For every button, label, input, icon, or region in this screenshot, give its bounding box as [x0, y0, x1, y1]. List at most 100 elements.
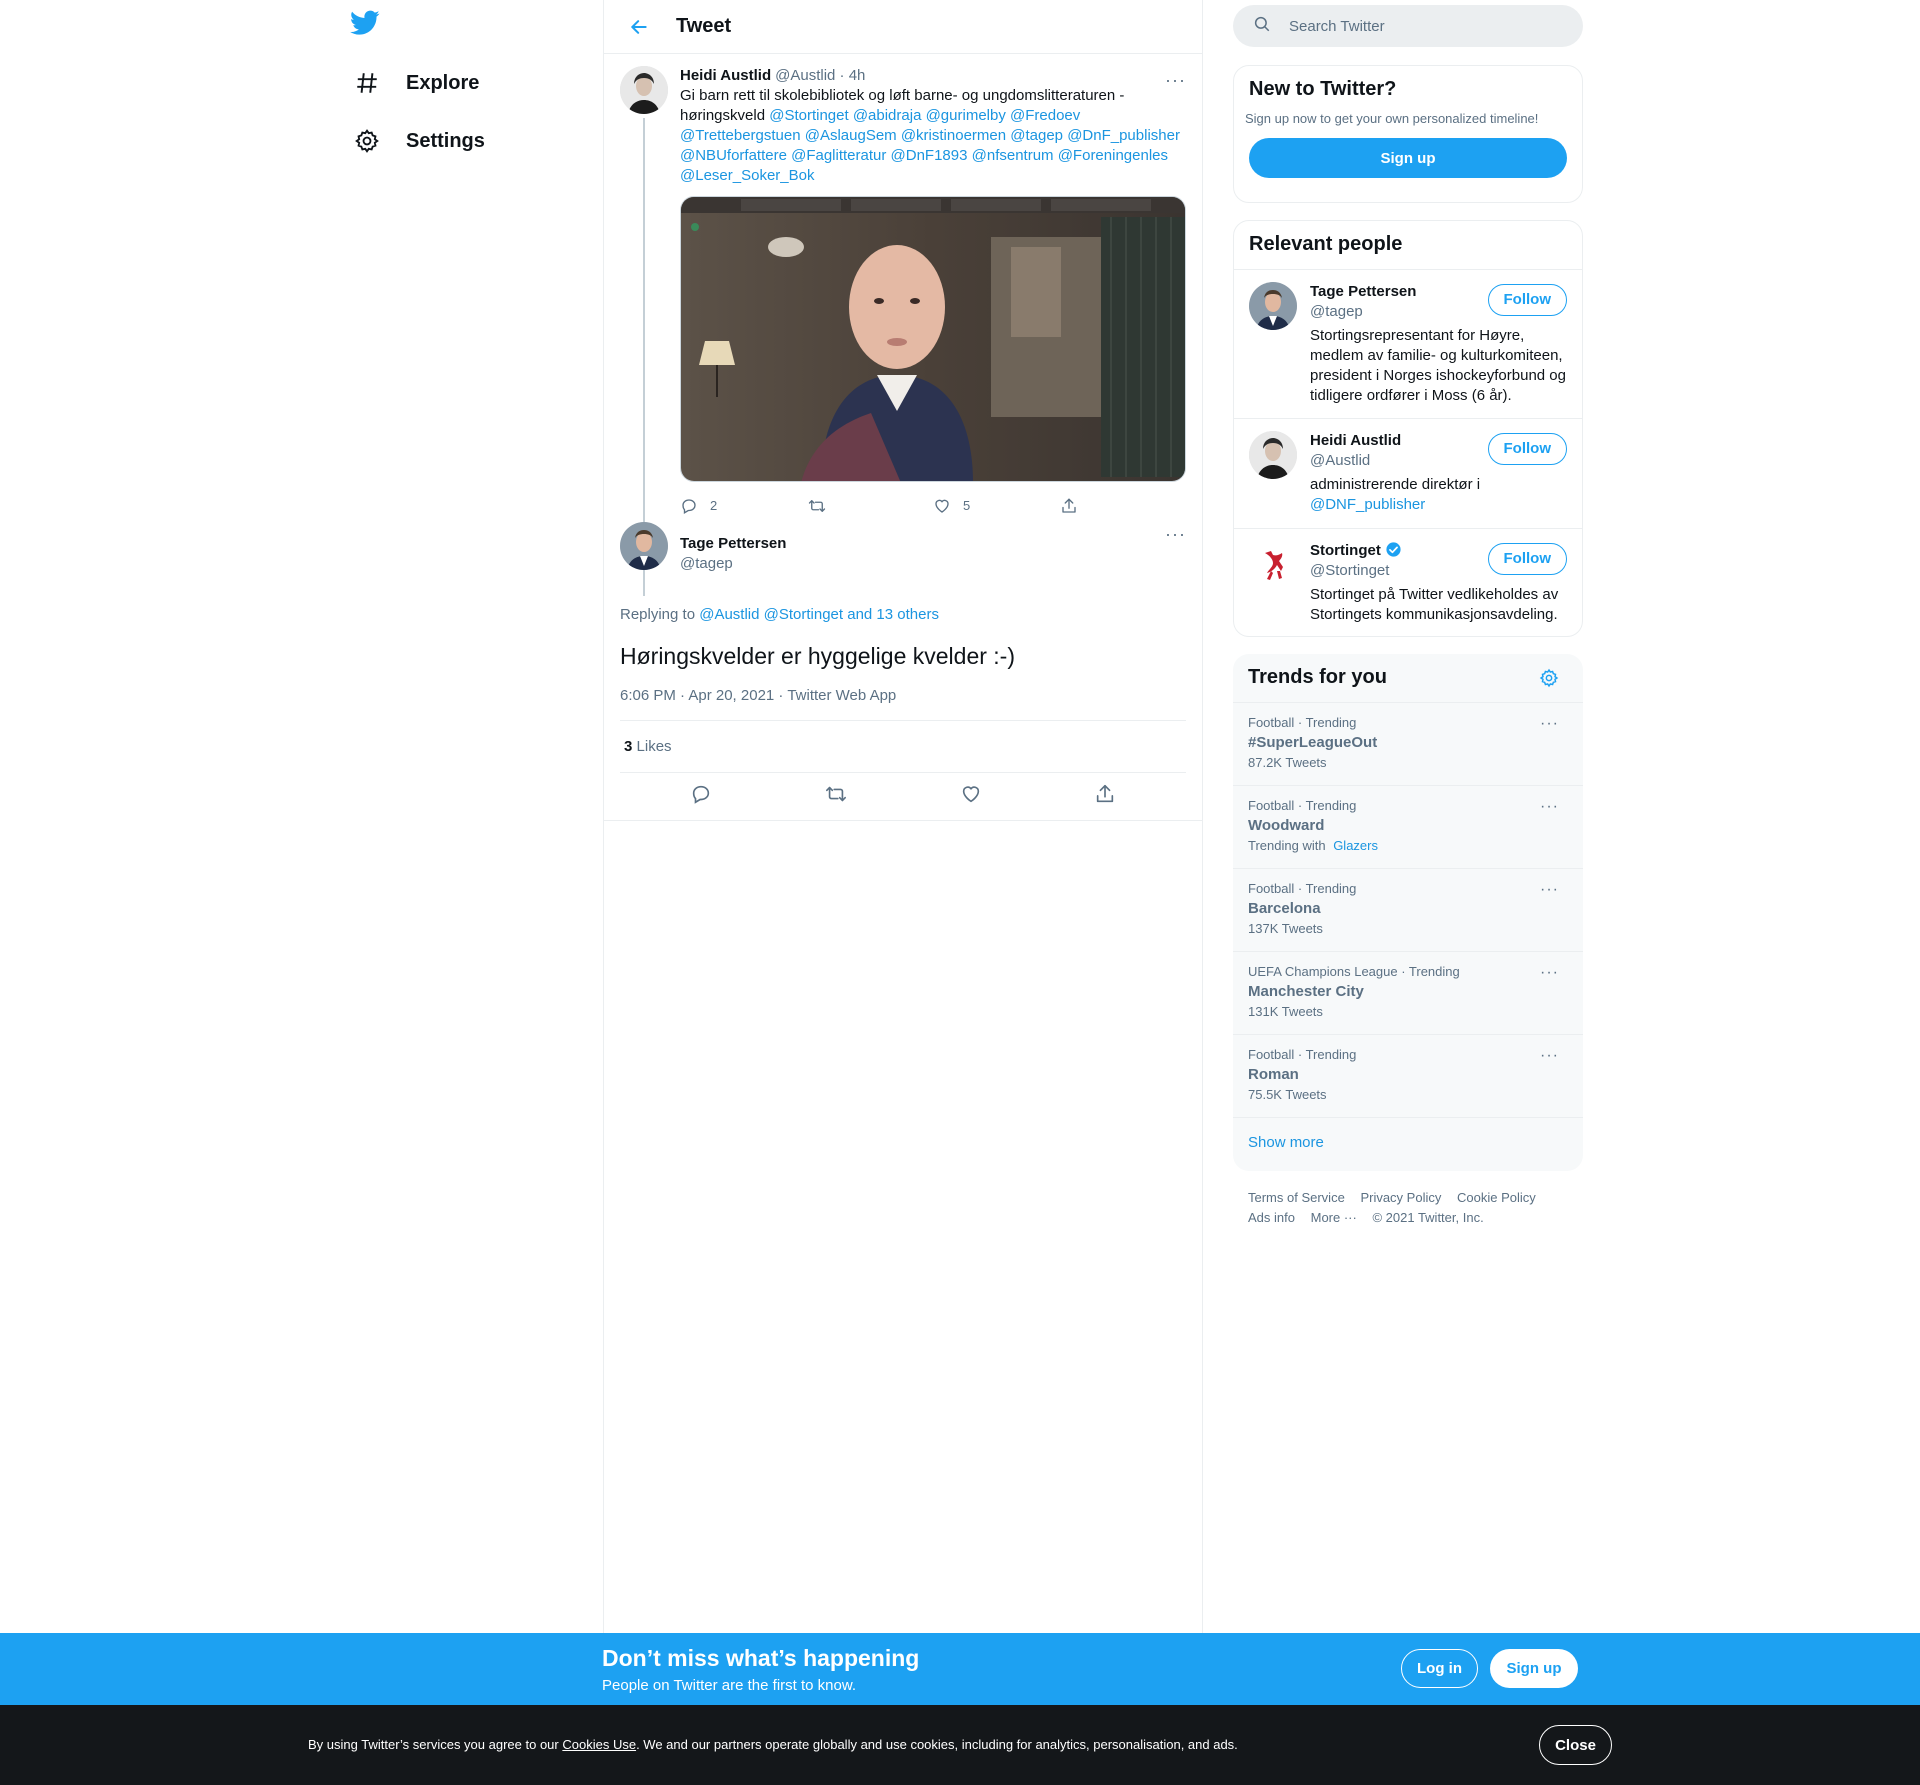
cookie-text: By using Twitter’s services you agree to… [308, 1737, 1238, 1752]
avatar[interactable] [620, 522, 668, 570]
video-thumbnail[interactable] [680, 196, 1186, 482]
reply-button[interactable] [690, 783, 712, 810]
page-title: Tweet [676, 15, 732, 37]
share-button[interactable] [1094, 783, 1116, 810]
author-handle-time[interactable]: @Austlid · 4h [775, 66, 865, 86]
show-more-link[interactable]: Show more [1233, 1118, 1583, 1167]
replying-to-users[interactable]: @Austlid @Stortinget and 13 others [699, 606, 939, 623]
relevant-people-card: Relevant people Tage Pettersen @tagep St… [1233, 220, 1583, 637]
tweet-timestamp[interactable]: 6:06 PM · Apr 20, 2021 · Twitter Web App [620, 687, 1186, 721]
retweet-button[interactable] [824, 783, 848, 810]
more-options-icon[interactable]: ··· [1540, 798, 1559, 816]
focused-tweet: ··· Tage Pettersen @tagep Replying to @A… [604, 522, 1202, 821]
avatar[interactable] [1249, 282, 1297, 330]
trend-item[interactable]: Football · Trending Barcelona 137K Tweet… [1233, 869, 1583, 952]
replying-to: Replying to @Austlid @Stortinget and 13 … [620, 606, 1186, 623]
nav-explore[interactable]: Explore [344, 58, 487, 108]
author-name[interactable]: Tage Pettersen [680, 534, 1186, 554]
card-title: New to Twitter? [1249, 78, 1397, 100]
hashtag-icon [352, 68, 382, 98]
back-arrow-icon[interactable] [622, 10, 656, 44]
footer-link[interactable]: Cookie Policy [1457, 1190, 1536, 1205]
card-title: Relevant people [1249, 233, 1403, 255]
trend-item[interactable]: UEFA Champions League · Trending Manches… [1233, 952, 1583, 1035]
trend-context: Football · Trending [1248, 715, 1357, 730]
follow-button[interactable]: Follow [1487, 284, 1567, 316]
banner-subtitle: People on Twitter are the first to know. [602, 1677, 857, 1694]
gear-icon [352, 126, 382, 156]
more-options-icon[interactable]: ··· [1540, 881, 1559, 899]
trend-name: #SuperLeagueOut [1248, 734, 1378, 751]
author-name[interactable]: Heidi Austlid [680, 66, 771, 86]
sign-up-button[interactable]: Sign up [1249, 138, 1567, 178]
like-button[interactable]: 5 [933, 496, 1060, 516]
avatar[interactable] [1249, 431, 1297, 479]
retweet-button[interactable] [807, 497, 934, 515]
more-options-icon[interactable]: ··· [1540, 1047, 1559, 1065]
close-button[interactable]: Close [1539, 1725, 1612, 1765]
reply-button[interactable]: 2 [680, 496, 807, 516]
trend-name: Manchester City [1248, 983, 1364, 1000]
person-item[interactable]: Tage Pettersen @tagep Stortingsrepresent… [1234, 270, 1582, 419]
twitter-logo-icon[interactable] [350, 10, 384, 44]
more-options-icon[interactable]: ··· [1540, 964, 1559, 982]
trend-item[interactable]: Football · Trending Woodward Trending wi… [1233, 786, 1583, 869]
likes-stat[interactable]: 3 Likes [620, 721, 1186, 773]
trend-item[interactable]: Football · Trending #SuperLeagueOut 87.2… [1233, 703, 1583, 786]
search-icon [1253, 15, 1271, 38]
footer-link[interactable]: Privacy Policy [1360, 1190, 1441, 1205]
more-options-icon[interactable]: ··· [1165, 70, 1186, 91]
trend-with-link[interactable]: Glazers [1333, 838, 1378, 853]
trend-with-label: Trending with [1248, 838, 1326, 853]
person-bio: administrerende direktør i @DNF_publishe… [1310, 475, 1567, 515]
person-bio: Stortingsrepresentant for Høyre, medlem … [1310, 327, 1566, 404]
person-name[interactable]: Stortinget [1310, 542, 1381, 559]
person-item[interactable]: Stortinget @Stortinget Stortinget på Twi… [1234, 529, 1582, 636]
footer-link[interactable]: Terms of Service [1248, 1190, 1345, 1205]
trend-context: Football · Trending [1248, 1047, 1357, 1062]
nav-explore-label: Explore [406, 71, 480, 94]
avatar[interactable] [1249, 541, 1297, 589]
avatar[interactable] [620, 66, 668, 114]
tweet-actions [604, 773, 1202, 821]
footer-link[interactable]: Ads info [1248, 1210, 1295, 1225]
person-item[interactable]: Heidi Austlid @Austlid administrerende d… [1234, 419, 1582, 529]
person-bio: Stortinget på Twitter vedlikeholdes av S… [1310, 586, 1559, 623]
verified-badge-icon [1385, 542, 1402, 559]
footer-links: Terms of Service Privacy Policy Cookie P… [1248, 1188, 1578, 1228]
log-in-button[interactable]: Log in [1401, 1649, 1478, 1688]
footer-link[interactable]: More ··· [1311, 1210, 1357, 1225]
cookies-use-link[interactable]: Cookies Use [562, 1737, 636, 1752]
search-bar[interactable]: Search Twitter [1233, 5, 1583, 47]
cookie-bar: By using Twitter’s services you agree to… [0, 1705, 1920, 1785]
tweet-actions: 2 5 [680, 492, 1186, 520]
more-options-icon[interactable]: ··· [1165, 524, 1186, 545]
card-title: Trends for you [1248, 666, 1387, 688]
person-bio-text: administrerende direktør i [1310, 476, 1481, 493]
like-button[interactable] [960, 783, 982, 810]
search-input[interactable]: Search Twitter [1289, 18, 1385, 35]
follow-button[interactable]: Follow [1487, 543, 1567, 575]
trend-item[interactable]: Football · Trending Roman 75.5K Tweets ·… [1233, 1035, 1583, 1118]
replying-label: Replying to [620, 606, 696, 623]
nav-settings-label: Settings [406, 129, 485, 152]
card-subtitle: Sign up now to get your own personalized… [1245, 111, 1539, 126]
nav-settings[interactable]: Settings [344, 116, 493, 166]
author-handle[interactable]: @tagep [680, 554, 1186, 574]
cookie-text-before: By using Twitter’s services you agree to… [308, 1737, 563, 1752]
sign-up-button[interactable]: Sign up [1490, 1649, 1578, 1688]
more-options-icon[interactable]: ··· [1540, 715, 1559, 733]
like-count: 5 [963, 498, 971, 513]
person-bio-link[interactable]: @DNF_publisher [1310, 496, 1425, 513]
copyright: © 2021 Twitter, Inc. [1372, 1210, 1484, 1225]
gear-icon[interactable] [1539, 668, 1559, 693]
follow-button[interactable]: Follow [1487, 433, 1567, 465]
share-button[interactable] [1060, 497, 1187, 515]
new-to-twitter-card: New to Twitter? Sign up now to get your … [1233, 65, 1583, 203]
parent-tweet[interactable]: ··· Heidi Austlid @Austlid · 4h Gi barn … [604, 54, 1202, 596]
trend-name: Barcelona [1248, 900, 1321, 917]
author-info: Tage Pettersen @tagep [680, 534, 1186, 582]
signup-banner: Don’t miss what’s happening People on Tw… [0, 1633, 1920, 1705]
trend-context: Football · Trending [1248, 881, 1357, 896]
trend-name: Roman [1248, 1066, 1299, 1083]
